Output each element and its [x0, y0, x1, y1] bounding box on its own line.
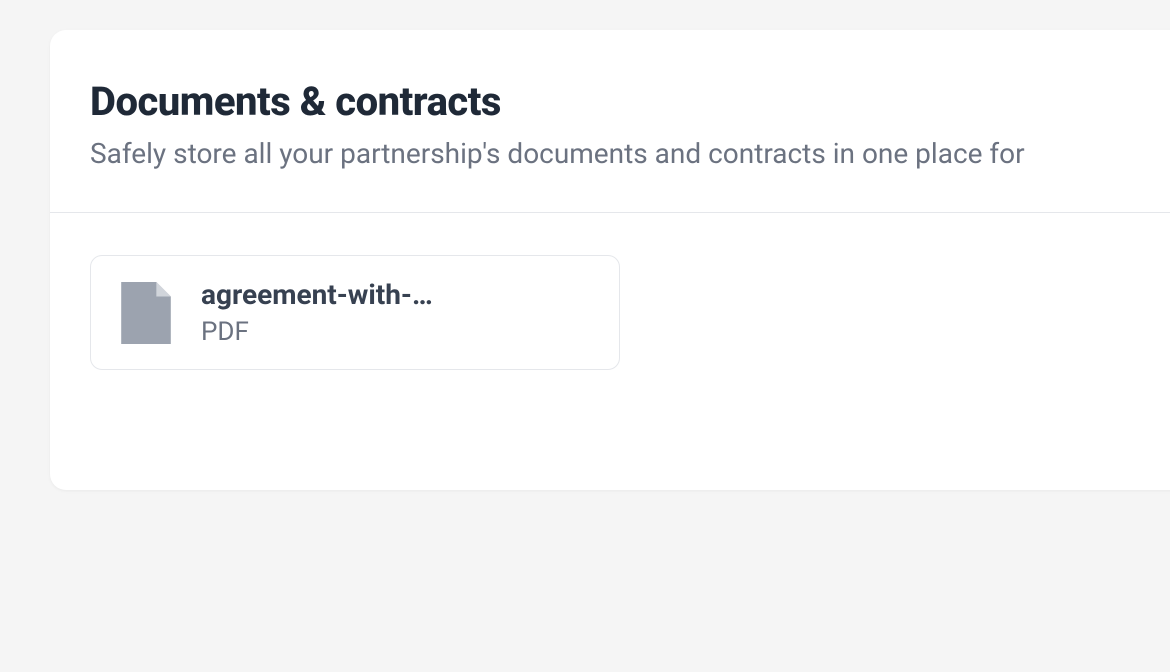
card-header: Documents & contracts Safely store all y…	[50, 30, 1170, 213]
file-info: agreement-with-… PDF	[201, 278, 433, 347]
section-subtitle: Safely store all your partnership's docu…	[90, 137, 1170, 170]
file-icon	[121, 282, 171, 344]
file-type: PDF	[201, 317, 433, 347]
section-title: Documents & contracts	[90, 78, 1170, 125]
card-body: agreement-with-… PDF	[50, 213, 1170, 490]
file-item[interactable]: agreement-with-… PDF	[90, 255, 620, 370]
documents-card: Documents & contracts Safely store all y…	[50, 30, 1170, 490]
file-name: agreement-with-…	[201, 278, 433, 311]
